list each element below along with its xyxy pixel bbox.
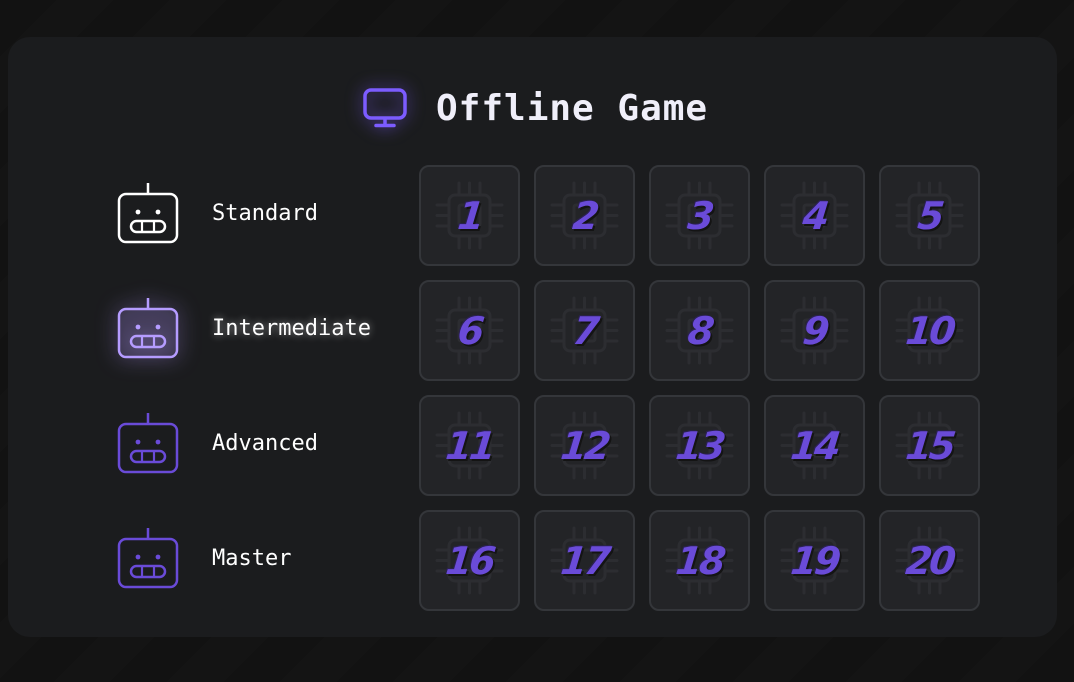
stage-button[interactable]: 20 [879, 510, 980, 611]
robot-icon [114, 525, 182, 591]
stage-button[interactable]: 13 [649, 395, 750, 496]
stage-number: 13 [673, 423, 726, 468]
stage-button[interactable]: 14 [764, 395, 865, 496]
stage-button[interactable]: 16 [419, 510, 520, 611]
difficulty-label: Advanced [212, 430, 318, 456]
stage-number: 14 [788, 423, 841, 468]
stage-number: 12 [558, 423, 611, 468]
stage-number: 1 [455, 193, 484, 238]
stage-number: 16 [443, 538, 496, 583]
stage-button[interactable]: 15 [879, 395, 980, 496]
stage-number: 18 [673, 538, 726, 583]
stage-button[interactable]: 2 [534, 165, 635, 266]
stage-button[interactable]: 8 [649, 280, 750, 381]
stage-number: 5 [915, 193, 944, 238]
stage-button[interactable]: 7 [534, 280, 635, 381]
robot-icon [114, 180, 182, 246]
difficulty-label: Standard [212, 200, 318, 226]
stage-button[interactable]: 12 [534, 395, 635, 496]
robot-icon [114, 410, 182, 476]
difficulty-advanced[interactable]: Advanced [114, 410, 404, 476]
stage-button[interactable]: 9 [764, 280, 865, 381]
stage-number: 8 [685, 308, 714, 353]
stage-button[interactable]: 6 [419, 280, 520, 381]
stage-number: 3 [685, 193, 714, 238]
stage-button[interactable]: 3 [649, 165, 750, 266]
header: Offline Game [362, 86, 708, 130]
stage-grid: 1 2 3 4 5 6 7 8 9 10 11 12 13 14 15 16 17 18 19 20 [419, 165, 980, 611]
stage-button[interactable]: 5 [879, 165, 980, 266]
stage-number: 9 [800, 308, 829, 353]
stage-number: 11 [443, 423, 496, 468]
stage-number: 19 [788, 538, 841, 583]
stage-button[interactable]: 18 [649, 510, 750, 611]
stage-number: 7 [570, 308, 599, 353]
stage-number: 15 [903, 423, 956, 468]
difficulty-label: Master [212, 545, 292, 571]
monitor-icon [362, 86, 408, 130]
stage-button[interactable]: 17 [534, 510, 635, 611]
difficulty-master[interactable]: Master [114, 525, 404, 591]
difficulty-standard[interactable]: Standard [114, 180, 404, 246]
page-title: Offline Game [436, 87, 709, 129]
stage-number: 4 [800, 193, 829, 238]
stage-button[interactable]: 11 [419, 395, 520, 496]
stage-number: 2 [570, 193, 599, 238]
stage-button[interactable]: 4 [764, 165, 865, 266]
difficulty-intermediate[interactable]: Intermediate [114, 295, 404, 361]
stage-number: 6 [455, 308, 484, 353]
stage-button[interactable]: 1 [419, 165, 520, 266]
stage-button[interactable]: 19 [764, 510, 865, 611]
stage-number: 10 [903, 308, 956, 353]
stage-number: 20 [903, 538, 956, 583]
stage-number: 17 [558, 538, 611, 583]
robot-icon [114, 295, 182, 361]
stage-button[interactable]: 10 [879, 280, 980, 381]
difficulty-label: Intermediate [212, 315, 371, 341]
